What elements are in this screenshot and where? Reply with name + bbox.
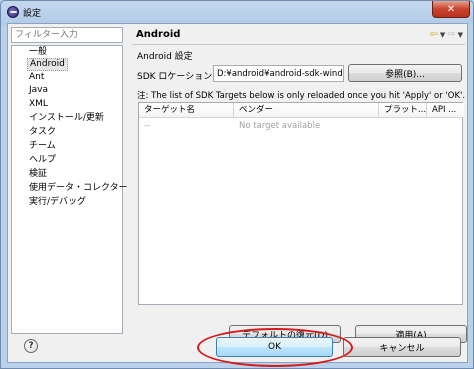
table-cell-vendor: No target available (239, 121, 321, 131)
sdk-location-label: SDK ロケーション: (137, 72, 216, 82)
tree-item-tasks[interactable]: タスク (27, 126, 58, 139)
tree-item-run-debug[interactable]: 実行/デバッグ (27, 196, 88, 209)
sdk-targets-note: 注: The list of SDK Targets below is only… (137, 91, 466, 101)
tree-item-usage-data-collector[interactable]: 使用データ・コレクター (27, 182, 130, 195)
close-button[interactable]: ✕ (432, 1, 470, 18)
forward-arrow-icon[interactable]: ⇨ (447, 29, 455, 40)
window-title: 設定 (23, 9, 42, 19)
ok-button[interactable]: OK (216, 337, 333, 357)
page-header: Android ⇦ ▼ ⇨ ▼ (132, 27, 465, 43)
forward-dropdown-icon[interactable]: ▼ (458, 31, 463, 40)
help-icon[interactable]: ? (24, 339, 38, 353)
page-subtitle: Android 設定 (137, 52, 193, 62)
column-header-target-name[interactable]: ターゲット名 (139, 103, 234, 118)
column-header-vendor[interactable]: ベンダー (234, 103, 379, 118)
tree-item-java[interactable]: Java (27, 84, 50, 97)
filter-input[interactable] (11, 27, 123, 43)
tree-item-install-update[interactable]: インストール/更新 (27, 112, 106, 125)
history-navigation: ⇦ ▼ ⇨ ▼ (429, 29, 463, 40)
title-bar[interactable]: 設定 ✕ (1, 1, 473, 23)
preference-page: Android ⇦ ▼ ⇨ ▼ Android 設定 SDK ロケーション: 参… (132, 24, 467, 343)
cancel-button[interactable]: キャンセル (343, 337, 461, 357)
tree-item-android[interactable]: Android (27, 58, 68, 71)
tree-item-validation[interactable]: 検証 (27, 168, 49, 181)
table-cell-target-name: -- (144, 121, 151, 131)
dialog-client-area: 一般 Android Ant Java XML インストール/更新 タスク チー… (7, 23, 468, 367)
back-dropdown-icon[interactable]: ▼ (440, 31, 445, 40)
tree-item-help[interactable]: ヘルプ (27, 154, 58, 167)
column-header-platform[interactable]: プラット... (379, 103, 427, 118)
sdk-location-input[interactable] (213, 65, 344, 82)
sdk-targets-table[interactable]: ターゲット名 ベンダー プラット... API ... -- No target… (138, 102, 464, 305)
preferences-tree[interactable]: 一般 Android Ant Java XML インストール/更新 タスク チー… (11, 45, 128, 334)
tree-item-team[interactable]: チーム (27, 140, 58, 153)
column-header-api[interactable]: API ... (427, 103, 464, 118)
tree-item-ant[interactable]: Ant (27, 71, 46, 84)
back-arrow-icon[interactable]: ⇦ (429, 29, 437, 40)
header-divider (132, 44, 465, 45)
browse-button[interactable]: 参照(B)... (348, 64, 462, 82)
eclipse-app-icon (7, 6, 19, 18)
page-title: Android (136, 29, 181, 40)
tree-item-xml[interactable]: XML (27, 98, 50, 111)
preferences-window: 設定 ✕ 一般 Android Ant Java XML インストール/更新 タ… (0, 0, 474, 369)
